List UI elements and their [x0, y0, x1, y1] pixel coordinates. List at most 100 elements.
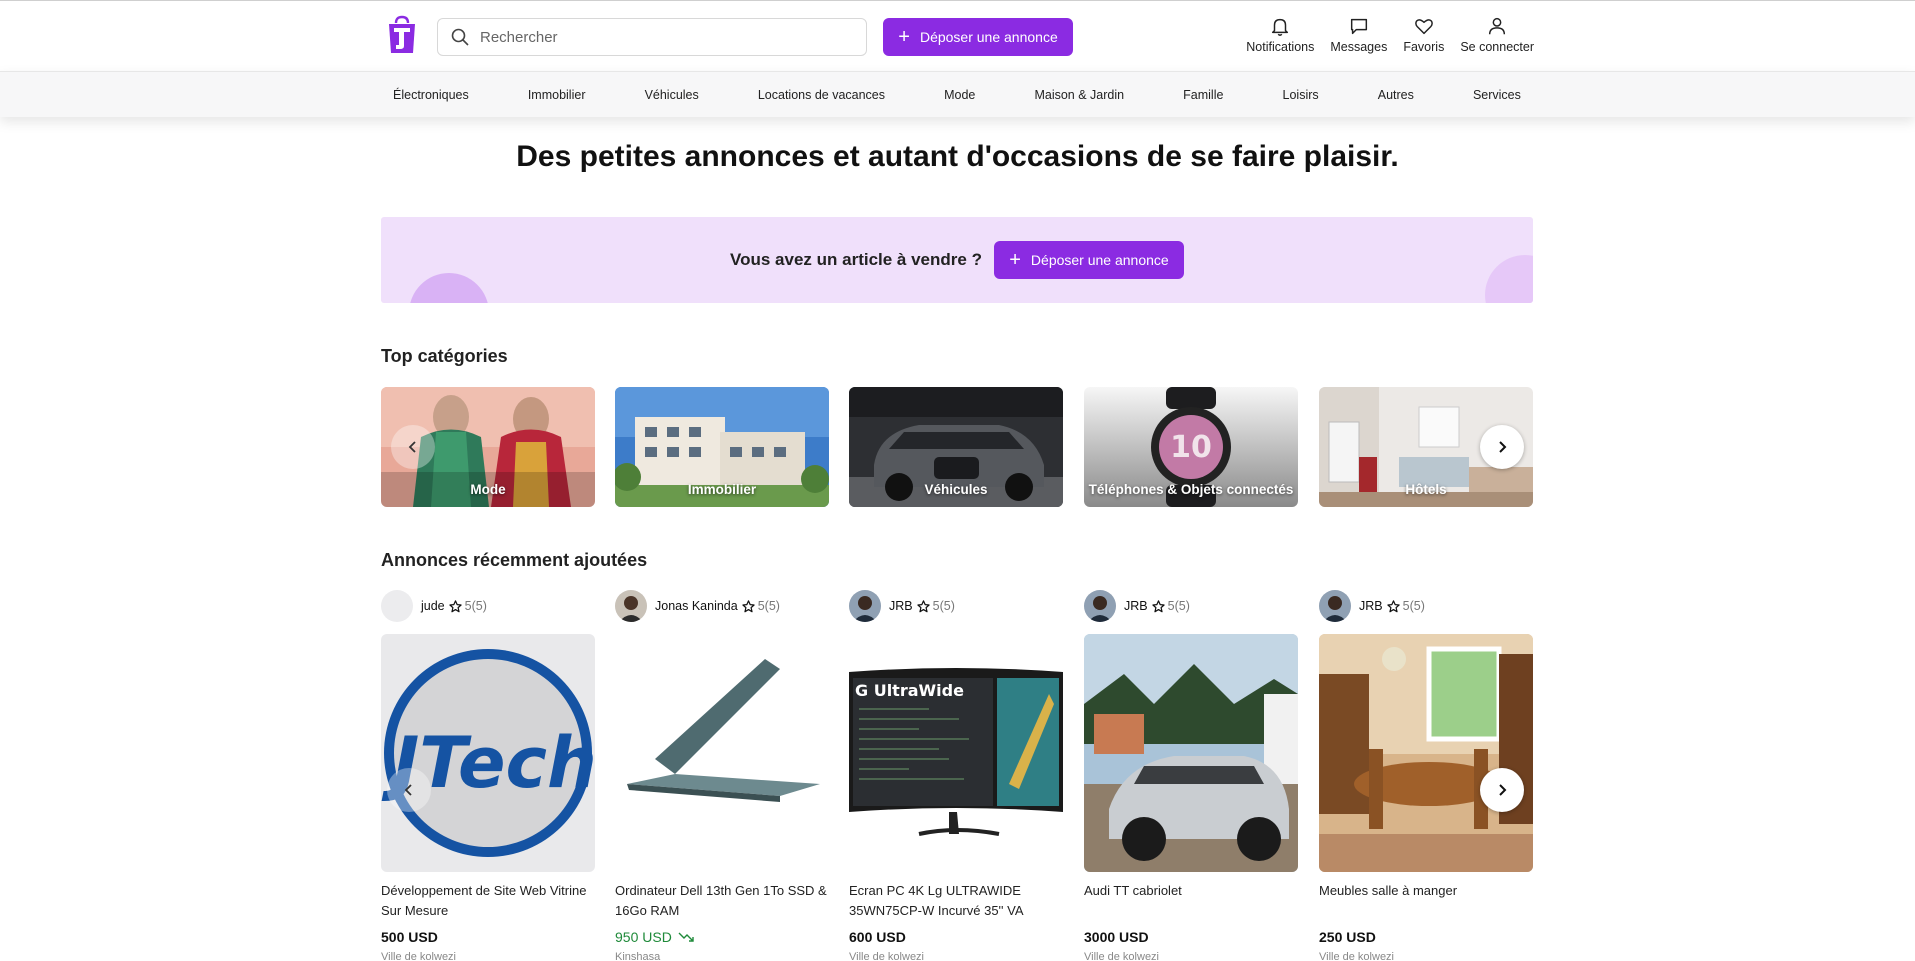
listing-card[interactable]: JRB 5(5) Audi TT cabriolet 3000 USD Vill…	[1084, 590, 1298, 961]
header: + Déposer une annonce Notifications Mess…	[0, 1, 1915, 71]
favorites-button[interactable]: Favoris	[1403, 15, 1444, 54]
star-icon	[742, 599, 755, 612]
nav-item-mode[interactable]: Mode	[944, 88, 975, 102]
listing-title: Ordinateur Dell 13th Gen 1To SSD & 16Go …	[615, 883, 827, 918]
chevron-right-icon	[1499, 784, 1507, 796]
seller-info[interactable]: JRB 5(5)	[849, 590, 1063, 622]
monitor-brand-text: G UltraWide	[855, 681, 964, 700]
avatar	[1319, 590, 1351, 622]
chat-icon	[1350, 18, 1367, 35]
listing-price: 600 USD	[849, 929, 1063, 945]
category-label: Téléphones & Objets connectés	[1088, 482, 1294, 497]
category-card-immobilier[interactable]: Immobilier	[615, 387, 829, 507]
listing-image[interactable]	[615, 634, 829, 872]
search-icon	[451, 28, 469, 46]
star-icon	[448, 599, 462, 612]
top-categories-carousel: Mode Immobilier Véhicules 10 Téléphones …	[381, 387, 1533, 507]
svg-text:10: 10	[1170, 430, 1212, 465]
nav-item-famille[interactable]: Famille	[1183, 88, 1223, 102]
category-label: Immobilier	[687, 482, 757, 497]
notifications-button[interactable]: Notifications	[1246, 15, 1314, 54]
user-icon	[1489, 17, 1506, 35]
bell-icon	[1272, 18, 1289, 36]
avatar-photo	[849, 590, 881, 622]
avatar	[615, 590, 647, 622]
top-categories-title: Top catégories	[381, 346, 508, 366]
nav-item-maison-jardin[interactable]: Maison & Jardin	[1034, 88, 1124, 102]
listing-photo	[615, 634, 829, 872]
listing-image[interactable]: G UltraWide	[849, 634, 1063, 872]
category-label: Mode	[470, 482, 506, 497]
promo-banner: Vous avez un article à vendre ? + Dépose…	[381, 217, 1533, 303]
price-value: 500 USD	[381, 929, 438, 945]
price-value: 250 USD	[1319, 929, 1376, 945]
categories-prev-button[interactable]	[391, 425, 435, 469]
listing-price: 500 USD	[381, 929, 595, 945]
nav-item-electroniques[interactable]: Électroniques	[393, 88, 469, 102]
favorites-label: Favoris	[1403, 40, 1445, 54]
category-card-vehicules[interactable]: Véhicules	[849, 387, 1063, 507]
listings-prev-button[interactable]	[387, 768, 431, 812]
nav-item-services[interactable]: Services	[1473, 88, 1521, 102]
nav-item-locations-vacances[interactable]: Locations de vacances	[758, 88, 885, 102]
decorative-bubble	[1485, 255, 1533, 303]
nav-item-vehicules[interactable]: Véhicules	[645, 88, 699, 102]
listing-location: Ville de kolwezi	[849, 951, 925, 961]
listing-card[interactable]: Jonas Kaninda 5(5) Ordinateur Dell 13th …	[615, 590, 829, 961]
seller-info[interactable]: Jonas Kaninda 5(5)	[615, 590, 829, 622]
decorative-bubble	[409, 273, 489, 303]
seller-name: JRB	[1124, 599, 1148, 613]
price-value: 600 USD	[849, 929, 906, 945]
post-ad-button[interactable]: + Déposer une annonce	[883, 18, 1073, 56]
seller-rating: 5(5)	[757, 599, 780, 613]
avatar	[1084, 590, 1116, 622]
seller-rating: 5(5)	[464, 599, 487, 613]
listing-price: 250 USD	[1319, 929, 1533, 945]
notifications-label: Notifications	[1246, 40, 1315, 54]
shopping-bag-logo-icon	[389, 15, 415, 53]
seller-rating: 5(5)	[1167, 599, 1190, 613]
hero-title: Des petites annonces et autant d'occasio…	[516, 140, 1399, 173]
category-card-telephones[interactable]: 10 Téléphones & Objets connectés	[1084, 387, 1298, 507]
brand-logo[interactable]	[386, 15, 418, 55]
seller-info[interactable]: JRB 5(5)	[1084, 590, 1298, 622]
plus-icon: +	[898, 26, 910, 48]
price-value: 950 USD	[615, 929, 672, 945]
listing-location: Ville de kolwezi	[381, 951, 457, 961]
listing-image[interactable]	[1319, 634, 1533, 872]
chevron-right-icon	[1499, 441, 1507, 453]
listing-title: Meubles salle à manger	[1319, 883, 1458, 898]
promo-post-ad-label: Déposer une annonce	[1030, 252, 1169, 268]
avatar-photo	[1319, 590, 1351, 622]
listing-image[interactable]: JTech	[381, 634, 595, 872]
nav-item-autres[interactable]: Autres	[1378, 88, 1414, 102]
listing-photo: G UltraWide	[849, 634, 1063, 872]
recent-listings-title: Annonces récemment ajoutées	[381, 550, 648, 570]
listing-image[interactable]	[1084, 634, 1298, 872]
login-button[interactable]: Se connecter	[1460, 15, 1534, 54]
search-input[interactable]	[480, 28, 840, 46]
listings-next-button[interactable]	[1480, 768, 1524, 812]
nav-item-loisirs[interactable]: Loisirs	[1283, 88, 1319, 102]
chevron-left-icon	[408, 441, 416, 453]
seller-rating: 5(5)	[932, 599, 955, 613]
seller-info[interactable]: JRB 5(5)	[1319, 590, 1533, 622]
listing-location: Kinshasa	[615, 951, 661, 961]
nav-item-immobilier[interactable]: Immobilier	[528, 88, 586, 102]
login-label: Se connecter	[1460, 40, 1534, 54]
promo-post-ad-button[interactable]: + Déposer une annonce	[993, 241, 1184, 279]
listing-title: Audi TT cabriolet	[1084, 883, 1182, 898]
price-drop-icon	[678, 932, 694, 942]
categories-next-button[interactable]	[1480, 425, 1524, 469]
avatar	[849, 590, 881, 622]
listing-card[interactable]: JRB 5(5) G UltraWide Ecran PC 4K Lg ULTR…	[849, 590, 1063, 961]
listing-photo	[1084, 634, 1298, 872]
price-value: 3000 USD	[1084, 929, 1149, 945]
search-bar[interactable]	[437, 18, 867, 56]
avatar-photo	[1084, 590, 1116, 622]
messages-button[interactable]: Messages	[1330, 15, 1387, 54]
seller-info[interactable]: jude 5(5)	[381, 590, 595, 622]
listing-location: Ville de kolwezi	[1084, 951, 1160, 961]
chevron-left-icon	[404, 784, 412, 796]
star-icon	[1386, 599, 1400, 612]
